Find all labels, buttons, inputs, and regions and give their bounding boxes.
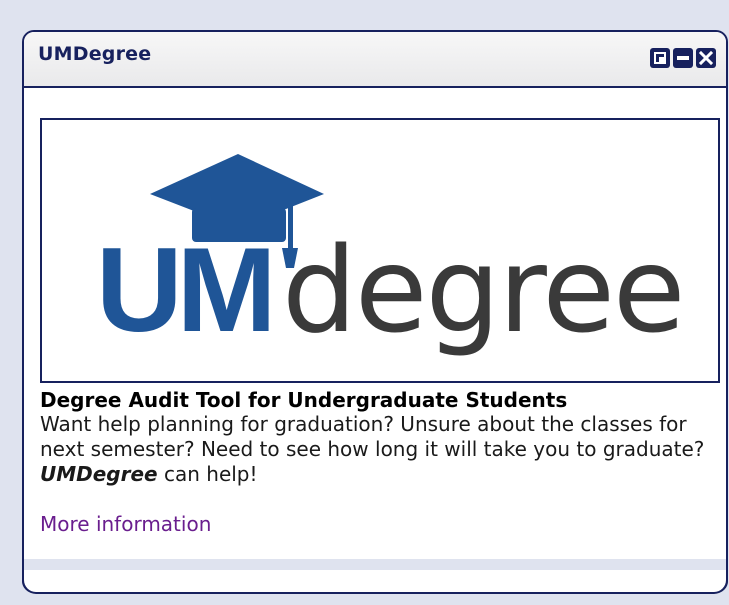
close-icon[interactable] [696, 48, 716, 68]
page: UMDegree UM degree Degree Audit Tool for… [0, 0, 729, 605]
logo-um-text: UM [96, 223, 271, 357]
umdegree-logo: UM degree [40, 118, 720, 383]
portlet-titlebar[interactable]: UMDegree [24, 32, 726, 88]
window-controls [650, 48, 716, 68]
restore-icon[interactable] [650, 48, 670, 68]
more-information-link[interactable]: More information [40, 512, 211, 537]
logo-degree-text: degree [282, 221, 684, 359]
logo-graphic: UM degree [96, 154, 686, 359]
portlet-window: UMDegree UM degree Degree Audit Tool for… [22, 30, 728, 593]
portlet-footer [22, 570, 728, 594]
description-text-1: Want help planning for graduation? Unsur… [40, 412, 705, 461]
description-emphasis: UMDegree [40, 462, 158, 486]
minimize-icon[interactable] [673, 48, 693, 68]
portlet-title: UMDegree [38, 43, 152, 65]
description-text-2: can help! [157, 462, 258, 486]
portlet-content: UM degree Degree Audit Tool for Undergra… [40, 118, 720, 537]
tool-heading: Degree Audit Tool for Undergraduate Stud… [40, 388, 568, 412]
tool-description: Want help planning for graduation? Unsur… [40, 412, 720, 487]
